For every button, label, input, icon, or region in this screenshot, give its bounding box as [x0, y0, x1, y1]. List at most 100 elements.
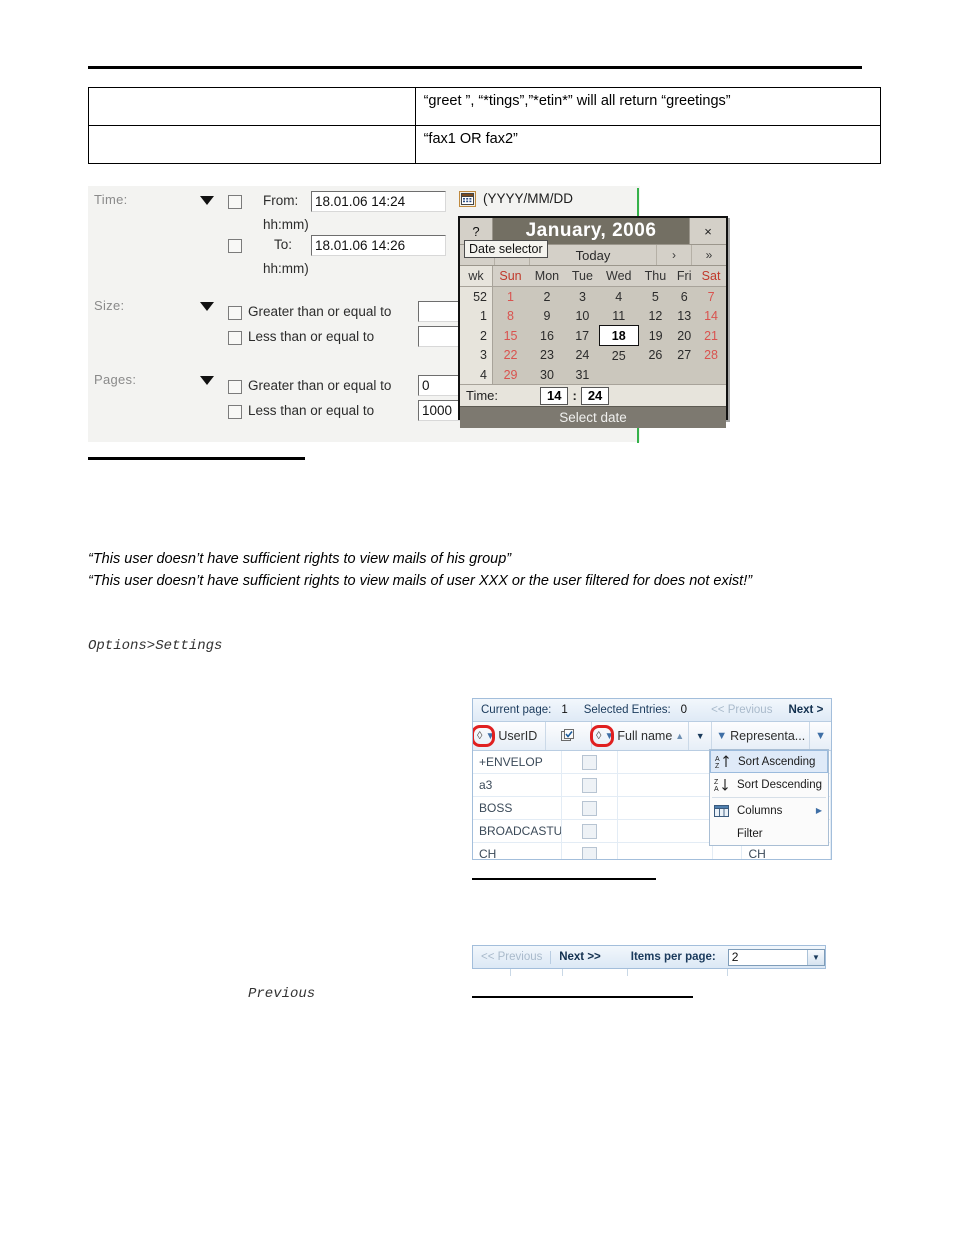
column-header-userid[interactable]: ◊ ▼ UserID: [473, 722, 546, 750]
calendar-day[interactable]: 20: [672, 325, 697, 346]
calendar-day[interactable]: 31: [565, 365, 599, 384]
items-per-page-bar[interactable]: << Previous Next >> Items per page: 2 ▼: [472, 945, 826, 969]
calendar-day[interactable]: 13: [672, 306, 697, 326]
today-button[interactable]: Today: [530, 245, 657, 265]
items-per-page-bar-footer: [472, 969, 826, 976]
chevron-down-icon: ▼: [695, 731, 705, 741]
checkbox-pages-gte[interactable]: [228, 380, 242, 394]
calendar-day[interactable]: 1: [492, 286, 529, 306]
calendar-day[interactable]: 17: [565, 325, 599, 346]
calendar-day[interactable]: 30: [528, 365, 566, 384]
column-header-fullname[interactable]: ◊ ▼ Full name ▲: [590, 722, 690, 750]
calendar-day-selected[interactable]: 18: [598, 325, 639, 346]
calendar-day[interactable]: 28: [696, 345, 726, 365]
column-header-extra[interactable]: ▼: [810, 722, 831, 750]
select-date-button[interactable]: Select date: [460, 406, 726, 428]
row-checkbox[interactable]: [581, 777, 597, 793]
column-menu-button[interactable]: ▼: [689, 722, 713, 750]
calendar-day[interactable]: 26: [638, 345, 673, 365]
calendar-day[interactable]: 5: [638, 286, 673, 306]
cell-userid: BROADCASTU...: [473, 820, 562, 842]
previous-caption: Previous: [248, 986, 316, 1002]
calendar-day[interactable]: 14: [696, 306, 726, 326]
options-settings-path: Options>Settings: [88, 638, 223, 654]
row-checkbox[interactable]: [581, 800, 597, 816]
calendar-day[interactable]: 10: [565, 306, 599, 326]
date-selector-popup[interactable]: ? January, 2006 × « ‹ Today › » Date sel…: [458, 216, 728, 428]
cell-select[interactable]: [562, 820, 619, 842]
next-page-button[interactable]: Next >>: [551, 951, 609, 963]
cell-select[interactable]: [562, 843, 619, 859]
chevron-down-icon-time[interactable]: [200, 196, 214, 205]
top-horizontal-rule: [88, 66, 862, 69]
calendar-day[interactable]: 16: [528, 325, 566, 346]
menu-item-sort-ascending[interactable]: A Z Sort Ascending: [710, 750, 828, 773]
column-context-menu[interactable]: A Z Sort Ascending Z A Sort Descending C…: [709, 749, 829, 846]
previous-page-button[interactable]: << Previous: [703, 704, 780, 716]
calendar-day[interactable]: 25: [599, 345, 639, 365]
calendar-day[interactable]: 7: [696, 286, 726, 306]
cell-select[interactable]: [562, 797, 619, 819]
calendar-header-sun: Sun: [492, 266, 529, 287]
cell-select[interactable]: [562, 751, 619, 773]
calendar-day[interactable]: 21: [696, 325, 726, 346]
menu-item-filter[interactable]: Filter: [710, 822, 828, 845]
user-grid-widget[interactable]: Current page: 1 Selected Entries: 0 << P…: [472, 698, 832, 860]
calendar-day[interactable]: 11: [599, 306, 639, 326]
filter-icon[interactable]: ▼: [716, 730, 727, 742]
menu-item-sort-descending[interactable]: Z A Sort Descending: [710, 773, 828, 796]
calendar-grid[interactable]: wk Sun Mon Tue Wed Thu Fri Sat 52 1 2 3 …: [460, 266, 726, 384]
calendar-icon[interactable]: [459, 191, 476, 207]
calendar-day[interactable]: 24: [565, 345, 599, 365]
chevron-down-icon-size[interactable]: [200, 302, 214, 311]
row-checkbox[interactable]: [581, 823, 597, 839]
calendar-day[interactable]: 6: [672, 286, 697, 306]
row-checkbox[interactable]: [581, 846, 597, 859]
previous-page-button[interactable]: << Previous: [473, 951, 550, 963]
checkbox-size-gte[interactable]: [228, 306, 242, 320]
time-hour-input[interactable]: 14: [540, 386, 569, 405]
calendar-day[interactable]: 8: [492, 306, 529, 326]
diamond-icon[interactable]: ◊: [477, 730, 482, 742]
calendar-day[interactable]: 19: [638, 325, 673, 346]
calendar-day[interactable]: 4: [599, 286, 639, 306]
column-header-representative[interactable]: ▼ Representa...: [712, 722, 811, 750]
next-month-button[interactable]: ›: [657, 245, 692, 265]
filter-icon[interactable]: ▼: [815, 730, 826, 742]
next-year-button[interactable]: »: [692, 245, 726, 265]
filter-icon[interactable]: ▼: [485, 731, 495, 742]
calendar-day[interactable]: 9: [528, 306, 566, 326]
calendar-day[interactable]: 27: [672, 345, 697, 365]
diamond-icon[interactable]: ◊: [596, 730, 601, 742]
chevron-down-icon[interactable]: ▼: [807, 949, 824, 965]
checkbox-time-to[interactable]: [228, 239, 242, 253]
column-header-select[interactable]: [546, 722, 593, 750]
hint-to-format: hh:mm): [263, 261, 309, 276]
checkbox-pages-lte[interactable]: [228, 405, 242, 419]
calendar-day[interactable]: 15: [492, 325, 529, 346]
time-minute-input[interactable]: 24: [580, 386, 610, 405]
footer-cell: [511, 969, 564, 976]
input-time-to[interactable]: 18.01.06 14:26: [311, 235, 446, 256]
filter-icon[interactable]: ▼: [604, 731, 614, 742]
next-page-button[interactable]: Next >: [780, 704, 831, 716]
calendar-day[interactable]: 29: [492, 365, 529, 384]
chevron-down-icon-pages[interactable]: [200, 376, 214, 385]
input-time-from[interactable]: 18.01.06 14:24: [311, 191, 446, 212]
row-checkbox[interactable]: [581, 754, 597, 770]
label-to: To:: [274, 237, 293, 252]
calendar-day[interactable]: 12: [638, 306, 673, 326]
cell-select[interactable]: [562, 774, 619, 796]
date-selector-tooltip: Date selector: [464, 240, 548, 258]
checkbox-size-lte[interactable]: [228, 331, 242, 345]
items-per-page-select[interactable]: 2 ▼: [727, 948, 825, 966]
table-cell-right: “greet ”, “*tings”,”*etin*” will all ret…: [414, 87, 882, 126]
checkbox-time-from[interactable]: [228, 195, 242, 209]
calendar-day[interactable]: 2: [528, 286, 566, 306]
calendar-day[interactable]: 23: [528, 345, 566, 365]
calendar-day[interactable]: 3: [565, 286, 599, 306]
calendar-day[interactable]: 22: [492, 345, 529, 365]
menu-item-columns[interactable]: Columns ▶: [710, 799, 828, 822]
cell-userid: +ENVELOP: [473, 751, 562, 773]
close-icon[interactable]: ×: [689, 218, 726, 244]
